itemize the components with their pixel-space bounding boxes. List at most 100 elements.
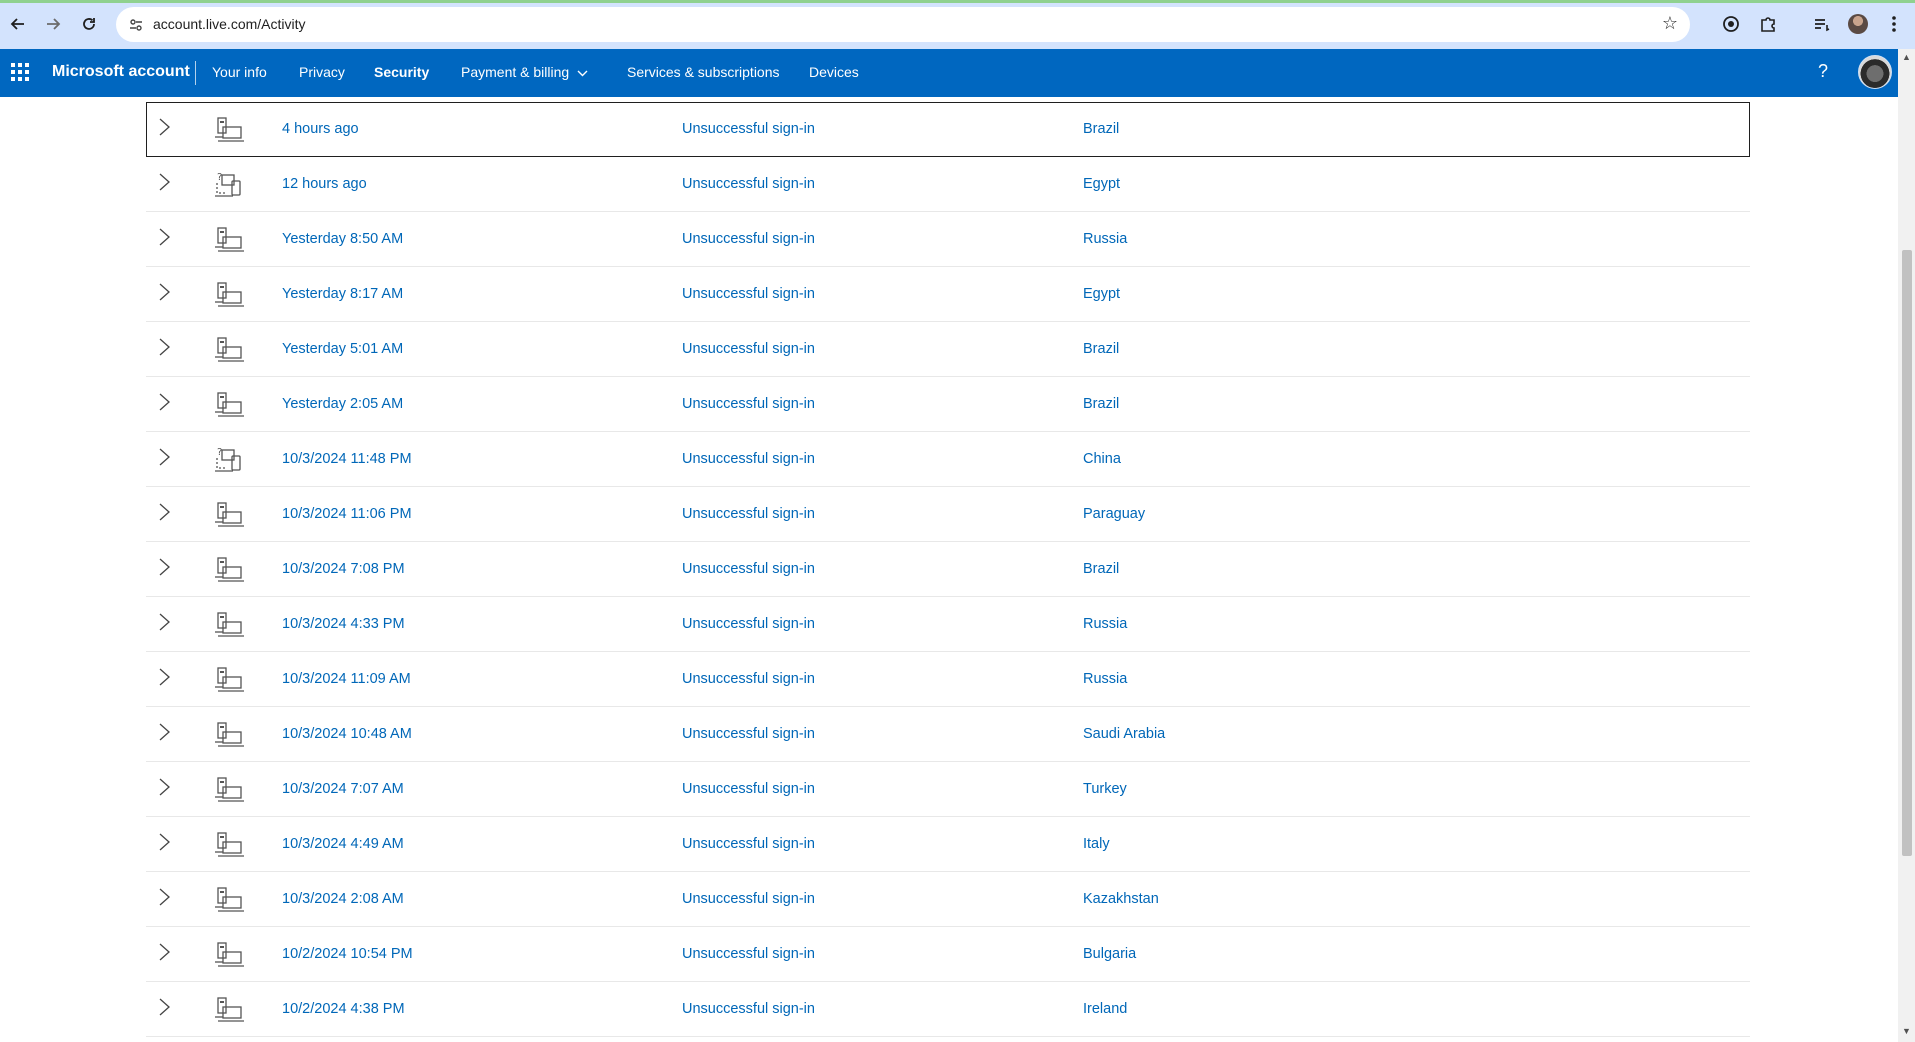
activity-location[interactable]: Turkey [1083,781,1127,797]
activity-status[interactable]: Unsuccessful sign-in [682,726,815,742]
scrollbar-thumb[interactable] [1902,250,1912,856]
activity-location[interactable]: Bulgaria [1083,946,1136,962]
activity-time[interactable]: 10/3/2024 7:08 PM [282,561,405,577]
activity-status[interactable]: Unsuccessful sign-in [682,781,815,797]
activity-time[interactable]: 10/3/2024 2:08 AM [282,891,404,907]
avatar[interactable] [1858,55,1892,89]
activity-location[interactable]: Russia [1083,671,1127,687]
activity-location[interactable]: Brazil [1083,121,1119,137]
activity-location[interactable]: Brazil [1083,561,1119,577]
activity-status[interactable]: Unsuccessful sign-in [682,1001,815,1017]
activity-time[interactable]: Yesterday 5:01 AM [282,341,403,357]
activity-row[interactable]: 10/2/2024 10:54 PM Unsuccessful sign-in Bu… [146,927,1750,982]
nav-services-subscriptions[interactable]: Services & subscriptions [627,64,780,80]
activity-row[interactable]: Yesterday 5:01 AM Unsuccessful sign-in Bra… [146,322,1750,377]
activity-time[interactable]: 4 hours ago [282,121,359,137]
activity-row[interactable]: Yesterday 2:05 AM Unsuccessful sign-in Bra… [146,377,1750,432]
activity-location[interactable]: Russia [1083,231,1127,247]
activity-time[interactable]: 10/3/2024 11:06 PM [282,506,412,522]
chevron-right-icon[interactable] [153,446,175,468]
activity-time[interactable]: 10/3/2024 11:48 PM [282,451,412,467]
activity-status[interactable]: Unsuccessful sign-in [682,616,815,632]
activity-location[interactable]: Egypt [1083,286,1120,302]
reload-icon[interactable] [77,12,101,36]
activity-row[interactable]: 10/3/2024 11:09 AM Unsuccessful sign-in Ru… [146,652,1750,707]
activity-location[interactable]: China [1083,451,1121,467]
chevron-right-icon[interactable] [153,666,175,688]
chevron-right-icon[interactable] [153,336,175,358]
activity-location[interactable]: Brazil [1083,341,1119,357]
chevron-right-icon[interactable] [153,996,175,1018]
activity-status[interactable]: Unsuccessful sign-in [682,451,815,467]
bookmark-star-icon[interactable]: ☆ [1662,13,1678,34]
activity-time[interactable]: 10/2/2024 10:54 PM [282,946,413,962]
activity-time[interactable]: Yesterday 8:50 AM [282,231,403,247]
chevron-right-icon[interactable] [153,501,175,523]
extension-circle-icon[interactable] [1720,13,1742,35]
activity-time[interactable]: Yesterday 8:17 AM [282,286,403,302]
activity-row[interactable]: 10/3/2024 7:07 AM Unsuccessful sign-in Tur… [146,762,1750,817]
activity-status[interactable]: Unsuccessful sign-in [682,341,815,357]
chevron-right-icon[interactable] [153,611,175,633]
activity-row[interactable]: Yesterday 8:17 AM Unsuccessful sign-in Egy… [146,267,1750,322]
activity-status[interactable]: Unsuccessful sign-in [682,836,815,852]
menu-dots-icon[interactable] [1883,13,1905,35]
activity-row[interactable]: ? 12 hours ago Unsuccessful sign-in Egypt [146,157,1750,212]
activity-time[interactable]: 10/2/2024 4:38 PM [282,1001,405,1017]
scroll-down-arrow-icon[interactable]: ▼ [1902,1026,1911,1036]
nav-your-info[interactable]: Your info [212,64,267,80]
activity-location[interactable]: Brazil [1083,396,1119,412]
nav-security[interactable]: Security [374,64,429,80]
activity-row[interactable]: 10/3/2024 7:08 PM Unsuccessful sign-in Bra… [146,542,1750,597]
back-arrow-icon[interactable] [6,12,30,36]
activity-row[interactable]: Yesterday 8:50 AM Unsuccessful sign-in Rus… [146,212,1750,267]
address-bar[interactable]: account.live.com/Activity ☆ [116,7,1690,42]
activity-row[interactable]: 10/3/2024 4:49 AM Unsuccessful sign-in Ita… [146,817,1750,872]
activity-status[interactable]: Unsuccessful sign-in [682,286,815,302]
activity-status[interactable]: Unsuccessful sign-in [682,561,815,577]
activity-location[interactable]: Russia [1083,616,1127,632]
activity-status[interactable]: Unsuccessful sign-in [682,946,815,962]
activity-time[interactable]: 10/3/2024 10:48 AM [282,726,412,742]
activity-location[interactable]: Ireland [1083,1001,1127,1017]
brand-title[interactable]: Microsoft account [52,63,190,81]
activity-row[interactable]: 10/3/2024 4:33 PM Unsuccessful sign-in Rus… [146,597,1750,652]
url-text[interactable]: account.live.com/Activity [153,16,306,32]
chevron-right-icon[interactable] [153,831,175,853]
chevron-right-icon[interactable] [153,721,175,743]
activity-status[interactable]: Unsuccessful sign-in [682,891,815,907]
chevron-right-icon[interactable] [153,556,175,578]
activity-time[interactable]: 10/3/2024 4:33 PM [282,616,405,632]
activity-time[interactable]: 10/3/2024 7:07 AM [282,781,404,797]
chevron-right-icon[interactable] [153,281,175,303]
nav-payment-billing[interactable]: Payment & billing [461,64,588,80]
activity-row[interactable]: 10/3/2024 11:06 PM Unsuccessful sign-in Pa… [146,487,1750,542]
chevron-right-icon[interactable] [153,886,175,908]
chevron-right-icon[interactable] [153,171,175,193]
chevron-right-icon[interactable] [153,226,175,248]
reading-list-icon[interactable] [1811,13,1833,35]
activity-location[interactable]: Egypt [1083,176,1120,192]
activity-row[interactable]: ? 10/3/2024 11:48 PM Unsuccessful sign-in C… [146,432,1750,487]
app-launcher-icon[interactable] [11,63,29,81]
activity-time[interactable]: 10/3/2024 4:49 AM [282,836,404,852]
activity-row[interactable]: 10/2/2024 4:38 PM Unsuccessful sign-in Ire… [146,982,1750,1037]
activity-time[interactable]: 12 hours ago [282,176,367,192]
activity-row[interactable]: 10/3/2024 2:08 AM Unsuccessful sign-in Kaz… [146,872,1750,927]
chevron-right-icon[interactable] [153,391,175,413]
activity-status[interactable]: Unsuccessful sign-in [682,176,815,192]
nav-devices[interactable]: Devices [809,64,859,80]
scroll-up-arrow-icon[interactable]: ▲ [1902,52,1911,62]
activity-location[interactable]: Saudi Arabia [1083,726,1165,742]
activity-status[interactable]: Unsuccessful sign-in [682,506,815,522]
profile-icon[interactable] [1848,14,1868,34]
chevron-right-icon[interactable] [153,116,175,138]
forward-arrow-icon[interactable] [41,12,65,36]
activity-row[interactable]: 4 hours ago Unsuccessful sign-in Brazil [146,102,1750,157]
site-info-icon[interactable] [126,15,146,35]
extensions-puzzle-icon[interactable] [1757,13,1779,35]
activity-status[interactable]: Unsuccessful sign-in [682,671,815,687]
activity-time[interactable]: 10/3/2024 11:09 AM [282,671,411,687]
chevron-right-icon[interactable] [153,776,175,798]
nav-privacy[interactable]: Privacy [299,64,345,80]
